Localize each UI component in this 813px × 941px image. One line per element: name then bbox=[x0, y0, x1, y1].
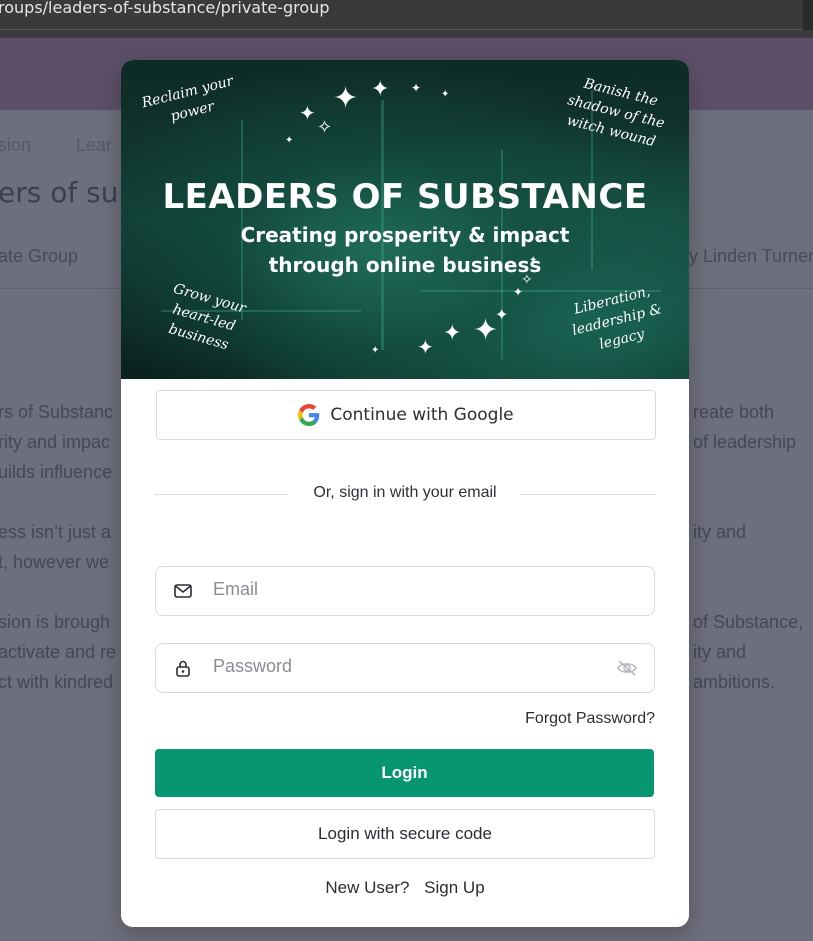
banner-script-text: Reclaim your power bbox=[140, 73, 235, 125]
bg-paragraph-line: sion is brough bbox=[0, 612, 111, 632]
bg-paragraph-line: of leadership bbox=[693, 432, 797, 452]
login-button[interactable]: Login bbox=[155, 749, 654, 797]
bg-paragraph-line: reate both bbox=[693, 402, 775, 422]
sparkle-icon: ✦ bbox=[441, 89, 450, 100]
password-field[interactable]: Password bbox=[155, 643, 655, 693]
banner-script-text: Banish the shadow of the witch wound bbox=[565, 75, 667, 151]
address-bar[interactable]: roups/leaders-of-substance/private-group bbox=[0, 0, 813, 30]
sparkle-icon: ✦ bbox=[495, 307, 509, 324]
sparkle-icon: ✧ bbox=[317, 117, 333, 137]
eye-off-icon[interactable] bbox=[616, 658, 638, 678]
bg-nav-item: Lear bbox=[76, 135, 113, 155]
banner-subtitle: Creating prosperity & impact through onl… bbox=[240, 223, 570, 277]
divider-text: Or, sign in with your email bbox=[313, 484, 497, 501]
toolbar-gap bbox=[0, 30, 813, 38]
mail-icon bbox=[173, 581, 193, 601]
bg-paragraph-line: rs of Substanc bbox=[0, 402, 114, 422]
bg-paragraph-line: rity and impac bbox=[0, 432, 111, 452]
sparkle-icon: ✦ bbox=[285, 135, 294, 146]
bg-paragraph-line: ambitions. bbox=[693, 672, 776, 692]
sparkle-icon: ✦ bbox=[299, 103, 316, 125]
bg-page-title: ers of su bbox=[0, 176, 119, 209]
login-modal: Reclaim your power Banish the shadow of … bbox=[121, 60, 689, 927]
password-placeholder: Password bbox=[213, 656, 293, 676]
sparkle-icon: ✦ bbox=[443, 320, 462, 345]
continue-with-google-button[interactable]: Continue with Google bbox=[156, 390, 656, 440]
sparkle-icon: ✦ bbox=[513, 285, 524, 299]
bg-subtitle-right: y Linden Turner bbox=[689, 246, 813, 266]
bg-paragraph-line: uilds influence bbox=[0, 462, 113, 482]
sparkle-icon: ✦ bbox=[371, 76, 390, 101]
bg-paragraph-line: ct with kindred bbox=[0, 672, 114, 692]
secure-code-login-button[interactable]: Login with secure code bbox=[155, 809, 655, 859]
google-icon bbox=[298, 404, 320, 426]
banner-title: LEADERS OF SUBSTANCE bbox=[162, 177, 648, 217]
bg-paragraph-line: ess isn’t just a bbox=[0, 522, 112, 542]
sign-up-link[interactable]: Sign Up bbox=[424, 878, 484, 897]
sparkle-icon: ✦ bbox=[371, 345, 380, 356]
email-field[interactable]: Email bbox=[155, 566, 655, 616]
scrollbar bbox=[803, 0, 813, 30]
bg-nav-item: sion bbox=[0, 135, 32, 155]
bg-paragraph-line: activate and re bbox=[0, 642, 117, 662]
lock-icon bbox=[173, 658, 193, 678]
new-user-text: New User? bbox=[325, 878, 410, 897]
forgot-password-link[interactable]: Forgot Password? bbox=[525, 710, 655, 728]
sparkle-icon: ✦ bbox=[333, 82, 359, 115]
sparkle-icon: ✦ bbox=[417, 337, 434, 359]
new-user-prompt: New User? Sign Up bbox=[121, 878, 689, 898]
sparkle-icon: ✦ bbox=[411, 81, 422, 95]
email-placeholder: Email bbox=[213, 579, 259, 599]
google-button-label: Continue with Google bbox=[330, 405, 514, 425]
url-text[interactable]: roups/leaders-of-substance/private-group bbox=[0, 0, 329, 19]
bg-paragraph-line: t, however we bbox=[0, 552, 110, 572]
bg-paragraph-line: ity and bbox=[693, 642, 747, 662]
email-divider: Or, sign in with your email bbox=[154, 484, 656, 504]
bg-subtitle-left: ate Group bbox=[0, 246, 79, 266]
bg-paragraph-line: of Substance, bbox=[693, 612, 804, 632]
bg-paragraph-line: ity and bbox=[693, 522, 747, 542]
community-banner: Reclaim your power Banish the shadow of … bbox=[121, 60, 689, 379]
